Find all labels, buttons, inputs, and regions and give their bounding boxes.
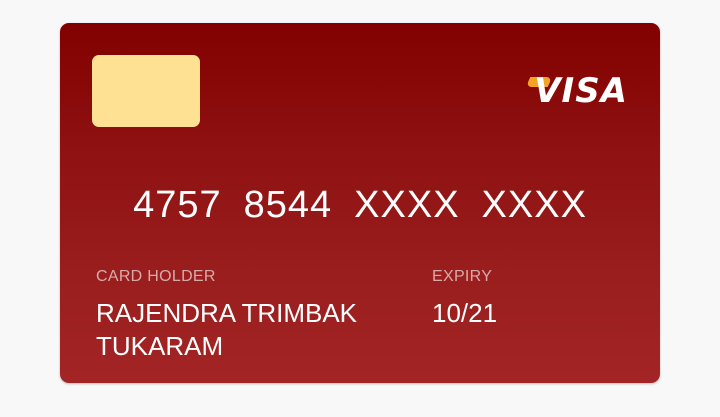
card-holder-name: RAJENDRA TRIMBAK TUKARAM	[96, 298, 358, 361]
card-number-group-4: XXXX	[481, 184, 587, 226]
credit-card: VISA 4757 8544 XXXX XXXX CARD HOLDER RAJ…	[60, 23, 660, 383]
visa-logo-text: VISA	[534, 71, 628, 111]
visa-logo: VISA	[525, 71, 628, 111]
card-holder-label: CARD HOLDER	[96, 268, 216, 285]
expiry-value: 10/21	[432, 298, 498, 328]
expiry-label: EXPIRY	[432, 268, 493, 285]
screen: VISA 4757 8544 XXXX XXXX CARD HOLDER RAJ…	[0, 0, 720, 417]
card-chip	[92, 55, 200, 127]
card-number-group-3: XXXX	[354, 184, 460, 226]
card-number-group-2: 8544	[243, 184, 333, 226]
card-number: 4757 8544 XXXX XXXX	[60, 183, 660, 227]
card-number-group-1: 4757	[133, 184, 222, 226]
